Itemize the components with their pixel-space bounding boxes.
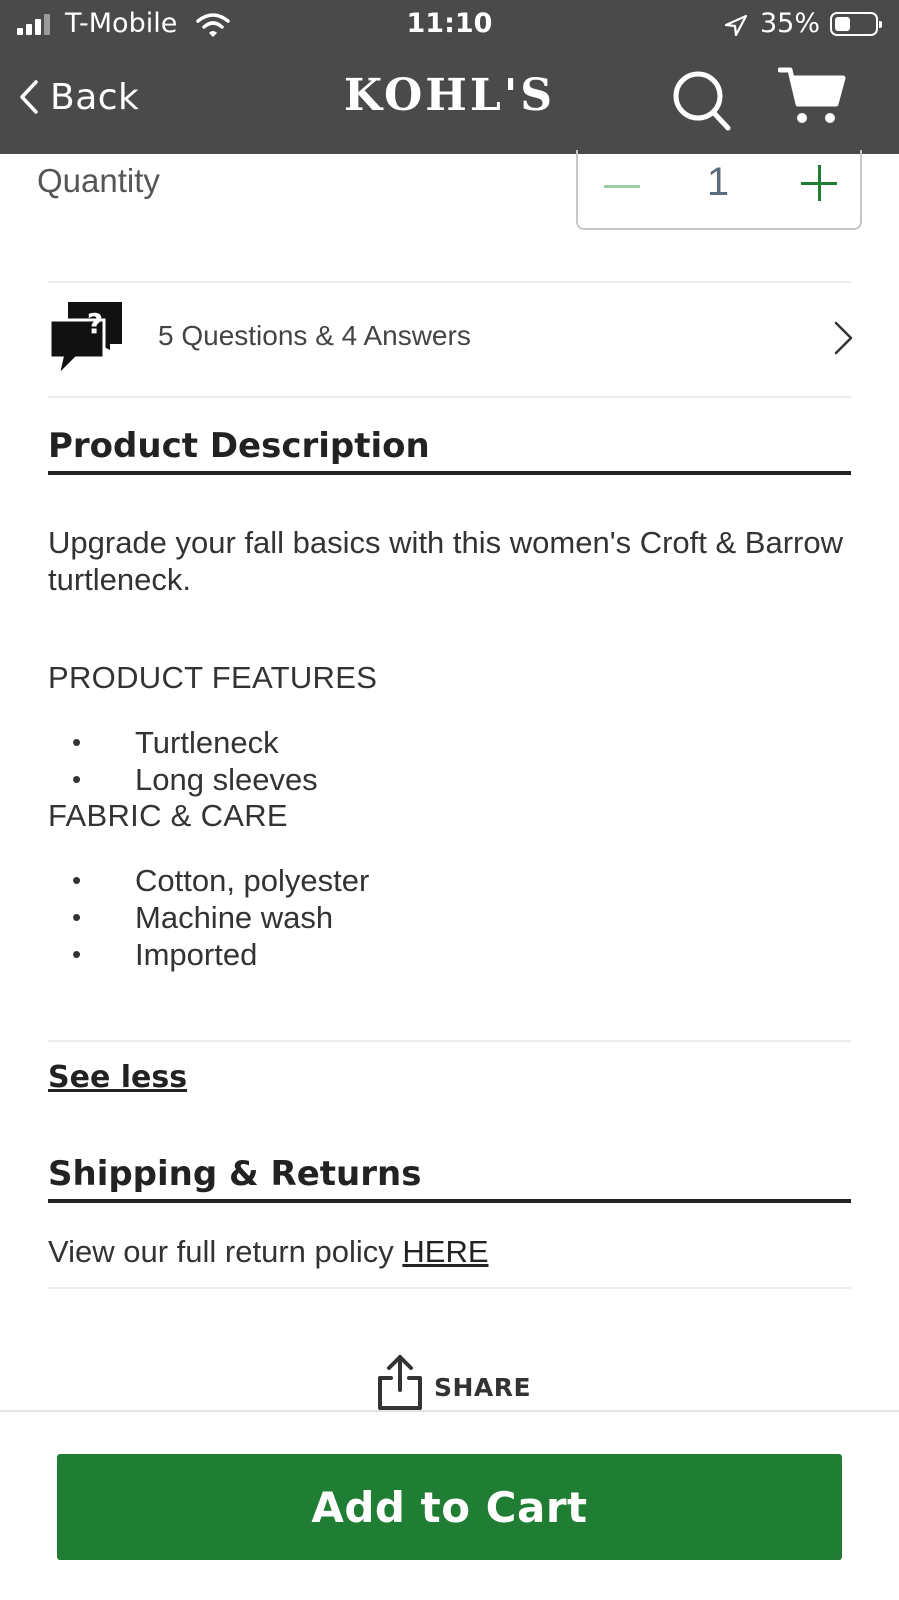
- product-description-text: Upgrade your fall basics with this women…: [48, 525, 843, 597]
- see-less-link[interactable]: See less: [48, 1060, 187, 1095]
- return-policy-text: View our full return policy HERE: [48, 1234, 489, 1270]
- chevron-right-icon: [834, 321, 853, 355]
- add-to-cart-button[interactable]: Add to Cart: [57, 1454, 842, 1560]
- list-item: Turtleneck: [48, 724, 318, 761]
- battery-icon: [830, 12, 882, 36]
- share-button[interactable]: SHARE: [376, 1352, 531, 1412]
- list-item: Cotton, polyester: [48, 862, 369, 899]
- share-label: SHARE: [434, 1373, 532, 1402]
- quantity-value: 1: [706, 160, 730, 204]
- share-icon: [378, 1355, 422, 1410]
- divider: [48, 1287, 851, 1289]
- divider: [48, 1040, 851, 1042]
- bottom-action-bar: Add to Cart: [0, 1410, 899, 1600]
- nav-bar: Back KOHL'S: [0, 58, 899, 148]
- list-item: Long sleeves: [48, 761, 318, 798]
- section-rule: [48, 1199, 851, 1203]
- product-features-list: Turtleneck Long sleeves: [48, 724, 318, 798]
- return-policy-link[interactable]: HERE: [402, 1234, 488, 1269]
- kohls-logo: KOHL'S: [343, 70, 556, 121]
- battery-percent: 35%: [760, 8, 821, 39]
- svg-text:?: ?: [87, 307, 103, 340]
- divider: [48, 396, 851, 398]
- location-arrow-icon: [724, 14, 748, 37]
- product-features-heading: PRODUCT FEATURES: [48, 660, 378, 695]
- quantity-stepper: 1: [576, 150, 862, 230]
- section-rule: [48, 471, 851, 475]
- cart-button[interactable]: [777, 64, 846, 132]
- question-bubble-icon: ?: [48, 302, 122, 378]
- quantity-label: Quantity: [37, 162, 160, 199]
- return-policy-label: View our full return policy: [48, 1234, 403, 1269]
- increase-quantity-button[interactable]: [800, 164, 840, 204]
- shopping-cart-icon: [777, 67, 846, 123]
- shipping-returns-heading: Shipping & Returns: [48, 1154, 422, 1194]
- status-bar: T-Mobile 11:10 35%: [0, 0, 899, 50]
- search-icon: [673, 71, 731, 131]
- fabric-care-heading: FABRIC & CARE: [48, 798, 288, 833]
- decrease-quantity-button[interactable]: [602, 166, 642, 206]
- list-item: Imported: [48, 936, 369, 973]
- search-button[interactable]: [672, 70, 732, 136]
- qa-summary: 5 Questions & 4 Answers: [158, 320, 471, 351]
- list-item: Machine wash: [48, 899, 369, 936]
- quantity-row: Quantity 1: [0, 150, 899, 244]
- fabric-care-list: Cotton, polyester Machine wash Imported: [48, 862, 369, 973]
- product-description-heading: Product Description: [48, 426, 430, 466]
- app-header: T-Mobile 11:10 35% Back KOHL'S: [0, 0, 899, 154]
- questions-answers-link[interactable]: ? 5 Questions & 4 Answers: [48, 282, 853, 396]
